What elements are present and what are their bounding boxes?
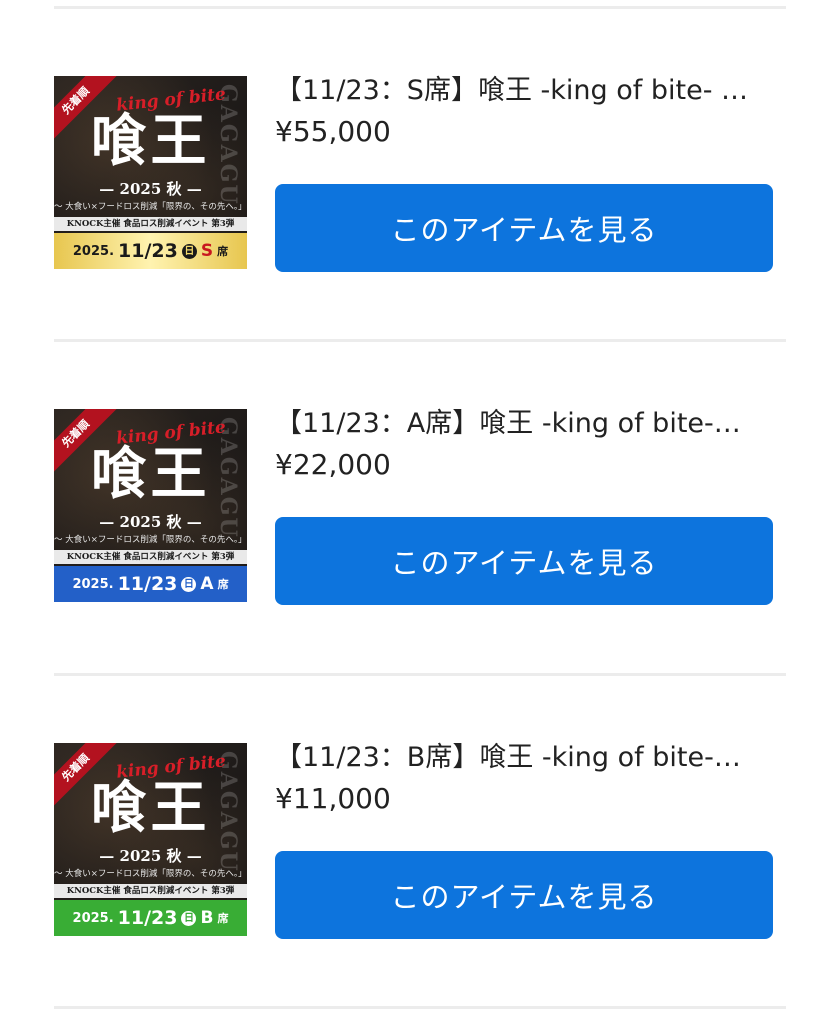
- thumb-date-band: 2025. 11/23 日 S 席: [54, 233, 247, 269]
- thumb-date-day: 11/23: [118, 240, 178, 262]
- thumb-year: — 2025 秋 —: [99, 180, 202, 198]
- item-title[interactable]: 【11/23：S席】喰王 -king of bite- …: [275, 74, 773, 108]
- thumb-date-year: 2025.: [72, 910, 114, 926]
- item-info: 【11/23：A席】喰王 -king of bite-… ¥22,000 このア…: [275, 407, 773, 605]
- thumb-heading: 喰王: [90, 441, 211, 507]
- divider: [54, 1006, 786, 1009]
- divider: [54, 6, 786, 9]
- divider: [54, 673, 786, 676]
- thumb-date-day: 11/23: [117, 573, 178, 595]
- list-item: GAGAGU 先着順 king of bite 喰王 — 2025 秋 — 〜 …: [54, 74, 786, 276]
- thumb-date-band: 2025. 11/23 日 A 席: [54, 566, 247, 602]
- thumb-seat-suffix: 席: [217, 578, 229, 591]
- thumb-date-year: 2025.: [72, 576, 114, 592]
- thumb-subtitle: 〜 大食い×フードロス削減「限界の、その先へ。」〜: [54, 869, 247, 879]
- item-info: 【11/23：B席】喰王 -king of bite-… ¥11,000 このア…: [275, 741, 773, 939]
- thumb-seat-suffix: 席: [217, 912, 229, 925]
- thumb-band: KNOCK主催 食品ロス削減イベント 第3弾: [54, 550, 247, 564]
- item-price: ¥22,000: [275, 448, 391, 481]
- thumb-band: KNOCK主催 食品ロス削減イベント 第3弾: [54, 217, 247, 231]
- thumb-subtitle: 〜 大食い×フードロス削減「限界の、その先へ。」〜: [54, 535, 247, 545]
- thumb-year: — 2025 秋 —: [99, 513, 202, 531]
- thumb-date-band: 2025. 11/23 日 B 席: [54, 900, 247, 936]
- view-item-button[interactable]: このアイテムを見る: [275, 851, 773, 939]
- thumb-band: KNOCK主催 食品ロス削減イベント 第3弾: [54, 884, 247, 898]
- item-title[interactable]: 【11/23：A席】喰王 -king of bite-…: [275, 407, 773, 441]
- thumb-heading: 喰王: [90, 775, 211, 841]
- view-item-button[interactable]: このアイテムを見る: [275, 517, 773, 605]
- thumb-seat-suffix: 席: [217, 245, 229, 258]
- item-price: ¥55,000: [275, 115, 391, 148]
- thumb-seat: B: [200, 908, 214, 928]
- list-item: GAGAGU 先着順 king of bite 喰王 — 2025 秋 — 〜 …: [54, 407, 786, 609]
- thumb-seat: A: [200, 574, 214, 594]
- thumb-seat: S: [200, 241, 214, 261]
- thumb-subtitle: 〜 大食い×フードロス削減「限界の、その先へ。」〜: [54, 202, 247, 212]
- thumb-date-weekday: 日: [181, 576, 197, 592]
- product-thumbnail[interactable]: GAGAGU 先着順 king of bite 喰王 — 2025 秋 — 〜 …: [54, 76, 247, 269]
- thumb-year: — 2025 秋 —: [99, 847, 202, 865]
- thumb-date-weekday: 日: [181, 243, 197, 259]
- view-item-button[interactable]: このアイテムを見る: [275, 184, 773, 272]
- list-item: GAGAGU 先着順 king of bite 喰王 — 2025 秋 — 〜 …: [54, 741, 786, 943]
- divider: [54, 339, 786, 342]
- item-info: 【11/23：S席】喰王 -king of bite- … ¥55,000 この…: [275, 74, 773, 272]
- product-thumbnail[interactable]: GAGAGU 先着順 king of bite 喰王 — 2025 秋 — 〜 …: [54, 743, 247, 936]
- item-price: ¥11,000: [275, 782, 391, 815]
- item-title[interactable]: 【11/23：B席】喰王 -king of bite-…: [275, 741, 773, 775]
- thumb-date-year: 2025.: [72, 243, 115, 259]
- thumb-date-day: 11/23: [117, 907, 178, 929]
- thumb-date-weekday: 日: [181, 910, 197, 926]
- thumb-heading: 喰王: [90, 108, 211, 174]
- product-list: GAGAGU 先着順 king of bite 喰王 — 2025 秋 — 〜 …: [0, 0, 840, 1015]
- product-thumbnail[interactable]: GAGAGU 先着順 king of bite 喰王 — 2025 秋 — 〜 …: [54, 409, 247, 602]
